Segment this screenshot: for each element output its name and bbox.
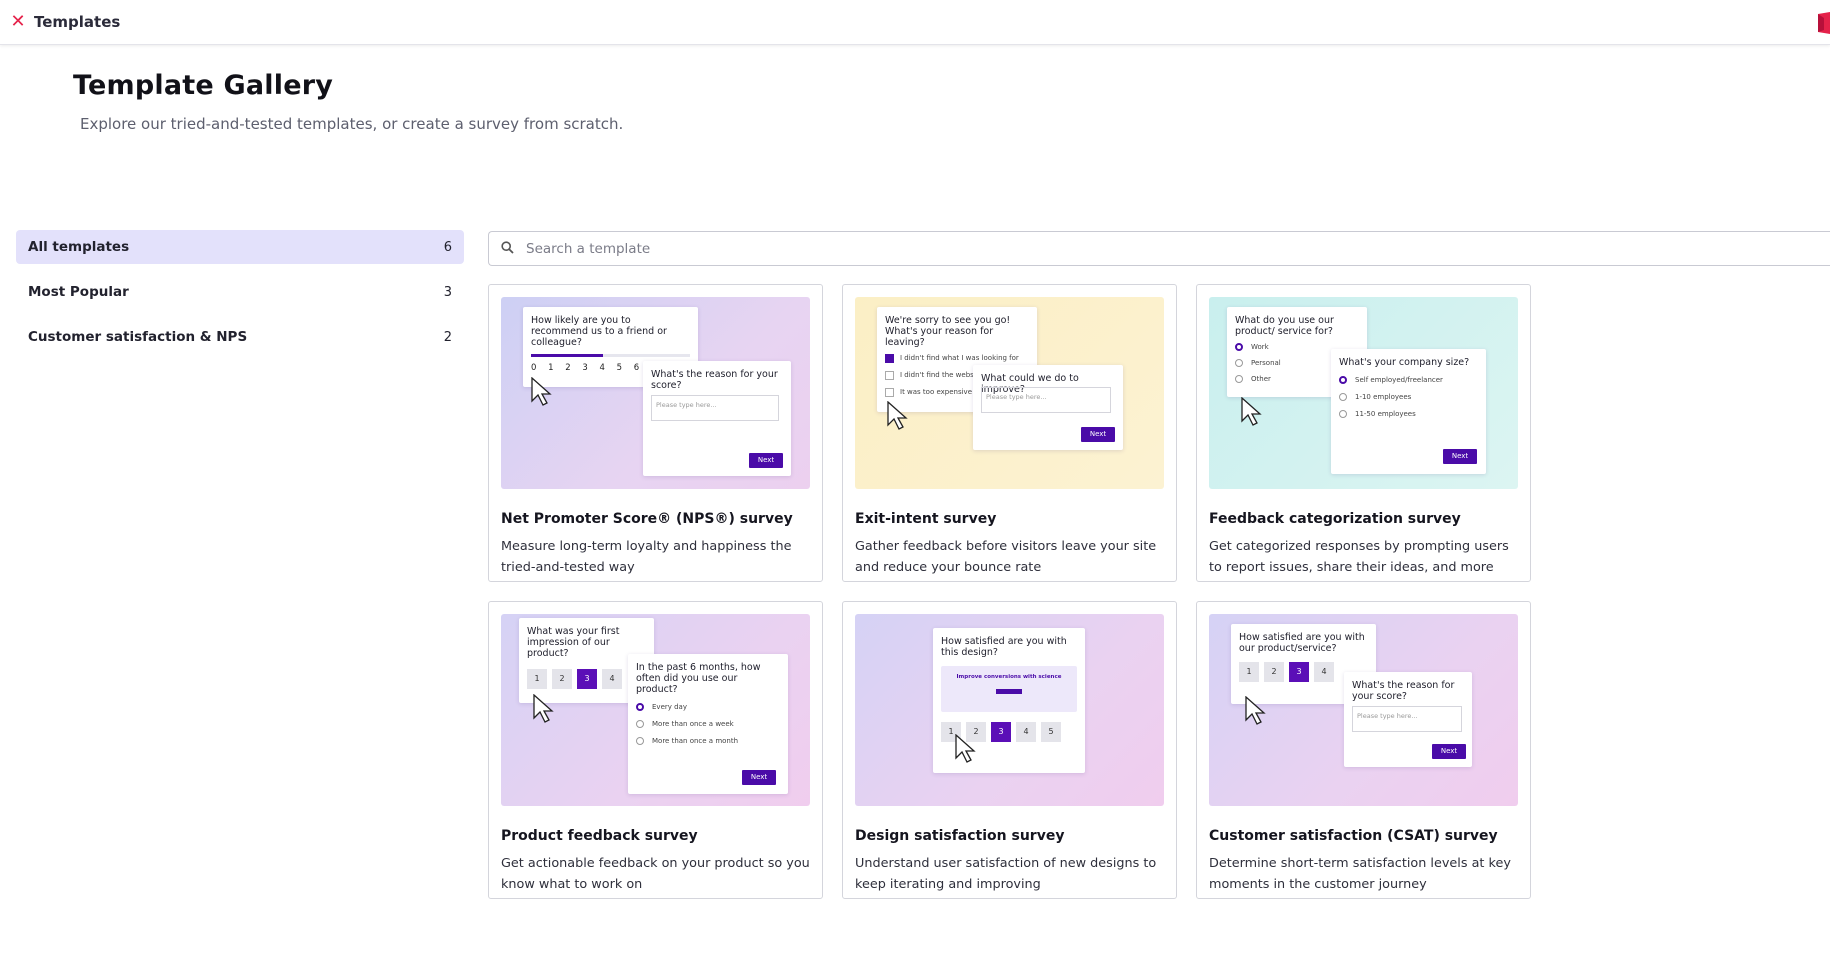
cursor-icon [533, 693, 555, 724]
preview-question: What's your company size? [1339, 357, 1470, 368]
preview-option: I didn't find what I was looking for [885, 353, 1029, 364]
preview-question: We're sorry to see you go! What's your r… [885, 315, 1011, 348]
template-title: Customer satisfaction (CSAT) survey [1209, 828, 1498, 844]
preview-design-banner: Improve conversions with science [941, 666, 1077, 712]
search-input[interactable] [526, 240, 1726, 257]
template-preview: How satisfied are you with this design? … [855, 614, 1164, 806]
top-bar: ✕ Templates [0, 0, 1830, 45]
template-search [488, 231, 1830, 266]
template-card-nps[interactable]: How likely are you to recommend us to a … [488, 284, 823, 582]
preview-followup-panel: What could we do to improve? Please type… [973, 365, 1123, 450]
close-icon[interactable]: ✕ [10, 13, 26, 31]
template-preview: How likely are you to recommend us to a … [501, 297, 810, 489]
preview-followup-panel: In the past 6 months, how often did you … [628, 654, 788, 794]
sidebar-item-customer-satisfaction-nps[interactable]: Customer satisfaction & NPS 2 [16, 320, 464, 354]
preview-text-field: Please type here... [981, 387, 1111, 413]
preview-progress [531, 354, 690, 357]
preview-text-field: Please type here... [1352, 706, 1462, 732]
preview-next-button: Next [1443, 449, 1477, 464]
search-icon [501, 239, 514, 258]
hero: Template Gallery Explore our tried-and-t… [73, 70, 623, 133]
cursor-icon [531, 376, 553, 407]
preview-option: More than once a week [636, 719, 780, 730]
sidebar-item-most-popular[interactable]: Most Popular 3 [16, 275, 464, 309]
category-sidebar: All templates 6 Most Popular 3 Customer … [16, 230, 464, 365]
template-title: Feedback categorization survey [1209, 511, 1461, 527]
preview-next-button: Next [1432, 744, 1466, 759]
page-header-title: Templates [34, 13, 121, 31]
cursor-icon [1245, 695, 1267, 726]
brand-logo [1818, 12, 1830, 34]
template-description: Gather feedback before visitors leave yo… [855, 539, 1157, 575]
preview-question: In the past 6 months, how often did you … [636, 662, 761, 695]
template-card-design-satisfaction[interactable]: How satisfied are you with this design? … [842, 601, 1177, 899]
preview-followup-panel: What's your company size? Self employed/… [1331, 349, 1486, 474]
preview-next-button: Next [749, 453, 783, 468]
template-title: Exit-intent survey [855, 511, 997, 527]
template-card-exit-intent[interactable]: We're sorry to see you go! What's your r… [842, 284, 1177, 582]
template-description: Determine short-term satisfaction levels… [1209, 856, 1511, 892]
template-preview: What do you use our product/ service for… [1209, 297, 1518, 489]
sidebar-item-count: 2 [443, 329, 452, 345]
template-card-feedback-categorization[interactable]: What do you use our product/ service for… [1196, 284, 1531, 582]
preview-option: More than once a month [636, 736, 780, 747]
template-description: Get categorized responses by prompting u… [1209, 539, 1509, 575]
preview-question: How satisfied are you with our product/s… [1239, 632, 1365, 654]
template-card-csat[interactable]: How satisfied are you with our product/s… [1196, 601, 1531, 899]
preview-question: How satisfied are you with this design? [941, 636, 1067, 658]
preview-question: What's the reason for your score? [1352, 680, 1455, 702]
preview-next-button: Next [1081, 427, 1115, 442]
template-card-product-feedback[interactable]: What was your first impression of our pr… [488, 601, 823, 899]
template-title: Product feedback survey [501, 828, 698, 844]
preview-question: How likely are you to recommend us to a … [531, 315, 667, 348]
preview-option: Every day [636, 702, 780, 713]
preview-option: Self employed/freelancer [1339, 375, 1478, 386]
page-subtitle: Explore our tried-and-tested templates, … [80, 115, 624, 133]
preview-next-button: Next [742, 770, 776, 785]
sidebar-item-label: All templates [28, 239, 130, 255]
sidebar-item-label: Most Popular [28, 284, 129, 300]
sidebar-item-all-templates[interactable]: All templates 6 [16, 230, 464, 264]
template-preview: What was your first impression of our pr… [501, 614, 810, 806]
template-title: Design satisfaction survey [855, 828, 1065, 844]
preview-followup-panel: What's the reason for your score? Please… [1344, 672, 1472, 767]
cursor-icon [955, 733, 977, 764]
template-title: Net Promoter Score® (NPS®) survey [501, 511, 793, 527]
preview-text-field: Please type here... [651, 395, 779, 421]
sidebar-item-count: 3 [443, 284, 452, 300]
template-preview: How satisfied are you with our product/s… [1209, 614, 1518, 806]
cursor-icon [887, 400, 909, 431]
template-description: Get actionable feedback on your product … [501, 856, 810, 892]
sidebar-item-count: 6 [443, 239, 452, 255]
preview-option: 11-50 employees [1339, 409, 1478, 420]
template-description: Measure long-term loyalty and happiness … [501, 539, 792, 575]
page-title: Template Gallery [73, 70, 334, 101]
preview-followup-panel: What's the reason for your score? Please… [643, 361, 791, 476]
preview-option: 1-10 employees [1339, 392, 1478, 403]
template-preview: We're sorry to see you go! What's your r… [855, 297, 1164, 489]
preview-question: What's the reason for your score? [651, 369, 778, 391]
cursor-icon [1241, 396, 1263, 427]
template-description: Understand user satisfaction of new desi… [855, 856, 1157, 892]
preview-question: What do you use our product/ service for… [1235, 315, 1334, 337]
sidebar-item-label: Customer satisfaction & NPS [28, 329, 248, 345]
template-grid: How likely are you to recommend us to a … [488, 284, 1531, 899]
